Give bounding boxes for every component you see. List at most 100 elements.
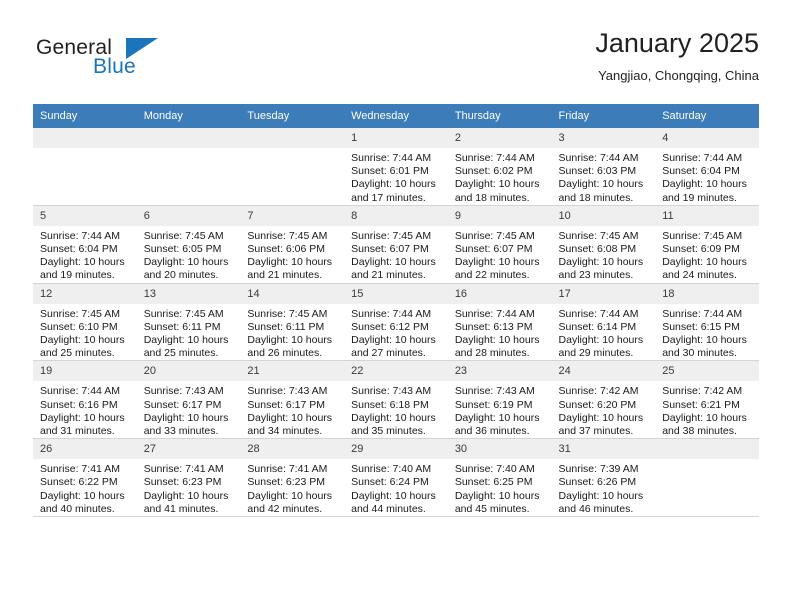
sunrise-text: Sunrise: 7:39 AM xyxy=(558,463,639,476)
calendar-day-cell[interactable]: 7 Sunrise: 7:45 AM Sunset: 6:06 PM Daylight… xyxy=(240,205,345,284)
calendar-day-cell[interactable]: 8 Sunrise: 7:45 AM Sunset: 6:07 PM Daylight… xyxy=(344,205,448,284)
sunset-text: Sunset: 6:22 PM xyxy=(40,476,118,489)
day-details: Sunrise: 7:44 AM Sunset: 6:02 PM Daylight:… xyxy=(448,148,552,205)
day-number: 8 xyxy=(344,205,448,226)
sunrise-text: Sunrise: 7:40 AM xyxy=(454,463,535,476)
day-details: Sunrise: 7:44 AM Sunset: 6:13 PM Daylight:… xyxy=(448,304,552,361)
weekday-header-sunday: Sunday xyxy=(33,104,137,128)
day-details: Sunrise: 7:45 AM Sunset: 6:05 PM Daylight:… xyxy=(137,226,241,283)
daylight-text: Daylight: 10 hours and 40 minutes. xyxy=(40,489,125,515)
day-details: Sunrise: 7:40 AM Sunset: 6:25 PM Daylight:… xyxy=(448,459,552,516)
calendar-day-cell[interactable]: 9 Sunrise: 7:45 AM Sunset: 6:07 PM Daylight… xyxy=(447,205,552,284)
sunset-text: Sunset: 6:15 PM xyxy=(662,320,740,333)
sunset-text: Sunset: 6:11 PM xyxy=(247,320,325,333)
calendar-day-cell[interactable]: 4 Sunrise: 7:44 AM Sunset: 6:04 PM Daylight… xyxy=(655,128,759,206)
daylight-text: Daylight: 10 hours and 19 minutes. xyxy=(662,178,747,204)
day-number: 1 xyxy=(344,128,448,148)
calendar-day-cell[interactable]: 17 Sunrise: 7:44 AM Sunset: 6:14 PM Dayligh… xyxy=(551,283,656,362)
sunset-text: Sunset: 6:23 PM xyxy=(247,476,326,489)
sunrise-text: Sunrise: 7:44 AM xyxy=(351,307,432,320)
day-cell-inner: 25 Sunrise: 7:42 AM Sunset: 6:21 PM Dayligh… xyxy=(655,361,759,438)
day-cell-inner xyxy=(136,128,241,205)
calendar-day-cell[interactable]: 31 Sunrise: 7:39 AM Sunset: 6:26 PM Dayligh… xyxy=(551,438,656,518)
day-cell-inner: 5 Sunrise: 7:44 AM Sunset: 6:04 PM Daylight… xyxy=(33,205,137,283)
day-cell-inner: 16 Sunrise: 7:44 AM Sunset: 6:13 PM Dayligh… xyxy=(447,283,552,361)
day-number: 11 xyxy=(655,205,759,226)
sunrise-text: Sunrise: 7:44 AM xyxy=(454,152,535,164)
daylight-text: Daylight: 10 hours and 21 minutes. xyxy=(351,256,436,282)
sunrise-text: Sunrise: 7:41 AM xyxy=(247,463,328,476)
weekday-header-saturday: Saturday xyxy=(655,104,759,128)
day-cell-inner: 18 Sunrise: 7:44 AM Sunset: 6:15 PM Dayligh… xyxy=(655,283,759,361)
sunset-text: Sunset: 6:17 PM xyxy=(247,398,326,411)
calendar-day-cell[interactable]: 24 Sunrise: 7:42 AM Sunset: 6:20 PM Dayligh… xyxy=(551,360,656,440)
daylight-text: Daylight: 10 hours and 25 minutes. xyxy=(143,334,229,360)
calendar-day-cell[interactable]: 25 Sunrise: 7:42 AM Sunset: 6:21 PM Dayligh… xyxy=(655,360,759,440)
calendar-day-cell[interactable]: 16 Sunrise: 7:44 AM Sunset: 6:13 PM Dayligh… xyxy=(447,283,552,362)
day-cell-inner: 24 Sunrise: 7:42 AM Sunset: 6:20 PM Dayligh… xyxy=(551,361,656,438)
day-number: 27 xyxy=(136,439,241,460)
calendar-day-cell[interactable]: 3 Sunrise: 7:44 AM Sunset: 6:03 PM Daylight… xyxy=(551,128,656,206)
calendar-day-cell[interactable]: 1 Sunrise: 7:44 AM Sunset: 6:01 PM Daylight… xyxy=(344,128,448,206)
sunrise-text: Sunrise: 7:43 AM xyxy=(143,385,224,398)
day-cell-inner: 28 Sunrise: 7:41 AM Sunset: 6:23 PM Dayligh… xyxy=(240,439,345,516)
daylight-text: Daylight: 10 hours and 20 minutes. xyxy=(143,256,229,282)
daylight-text: Daylight: 10 hours and 26 minutes. xyxy=(247,334,333,360)
day-cell-inner: 11 Sunrise: 7:45 AM Sunset: 6:09 PM Dayligh… xyxy=(655,205,759,283)
day-number xyxy=(136,128,241,148)
day-number: 30 xyxy=(447,439,552,460)
calendar-week-row: 26 Sunrise: 7:41 AM Sunset: 6:22 PM Dayligh… xyxy=(33,438,759,518)
sunrise-text: Sunrise: 7:42 AM xyxy=(662,385,743,398)
daylight-text: Daylight: 10 hours and 34 minutes. xyxy=(247,411,333,438)
daylight-text: Daylight: 10 hours and 24 minutes. xyxy=(662,256,747,282)
sunrise-text: Sunrise: 7:44 AM xyxy=(40,229,120,242)
day-number: 21 xyxy=(240,361,345,382)
sunset-text: Sunset: 6:16 PM xyxy=(40,398,118,411)
calendar-day-cell[interactable]: 19 Sunrise: 7:44 AM Sunset: 6:16 PM Dayligh… xyxy=(33,360,137,440)
day-number: 10 xyxy=(551,205,656,226)
day-number: 16 xyxy=(447,283,552,304)
calendar-day-cell[interactable]: 30 Sunrise: 7:40 AM Sunset: 6:25 PM Dayligh… xyxy=(447,438,552,518)
calendar-day-cell[interactable]: 26 Sunrise: 7:41 AM Sunset: 6:22 PM Dayligh… xyxy=(33,438,137,518)
calendar-day-cell[interactable]: 27 Sunrise: 7:41 AM Sunset: 6:23 PM Dayligh… xyxy=(136,438,241,518)
day-details: Sunrise: 7:40 AM Sunset: 6:24 PM Daylight:… xyxy=(344,459,448,516)
calendar-day-cell[interactable]: 15 Sunrise: 7:44 AM Sunset: 6:12 PM Dayligh… xyxy=(344,283,448,362)
calendar-day-cell[interactable]: 22 Sunrise: 7:43 AM Sunset: 6:18 PM Dayligh… xyxy=(344,360,448,440)
day-details: Sunrise: 7:43 AM Sunset: 6:19 PM Daylight:… xyxy=(448,381,552,438)
calendar-day-cell[interactable]: 18 Sunrise: 7:44 AM Sunset: 6:15 PM Dayligh… xyxy=(655,283,759,362)
day-number: 31 xyxy=(551,439,656,460)
day-details: Sunrise: 7:43 AM Sunset: 6:17 PM Daylight:… xyxy=(137,381,241,438)
calendar-day-cell[interactable]: 20 Sunrise: 7:43 AM Sunset: 6:17 PM Dayligh… xyxy=(136,360,241,440)
calendar-day-cell[interactable]: 11 Sunrise: 7:45 AM Sunset: 6:09 PM Dayligh… xyxy=(655,205,759,284)
day-cell-inner: 14 Sunrise: 7:45 AM Sunset: 6:11 PM Dayligh… xyxy=(240,283,345,361)
calendar-day-cell[interactable]: 21 Sunrise: 7:43 AM Sunset: 6:17 PM Dayligh… xyxy=(240,360,345,440)
calendar-day-cell[interactable]: 13 Sunrise: 7:45 AM Sunset: 6:11 PM Dayligh… xyxy=(136,283,241,362)
brand-logo[interactable]: General Blue xyxy=(33,26,253,86)
daylight-text: Daylight: 10 hours and 41 minutes. xyxy=(143,489,229,515)
day-cell-inner: 4 Sunrise: 7:44 AM Sunset: 6:04 PM Daylight… xyxy=(655,128,759,205)
sunset-text: Sunset: 6:12 PM xyxy=(351,320,429,333)
calendar-day-cell[interactable]: 28 Sunrise: 7:41 AM Sunset: 6:23 PM Dayligh… xyxy=(240,438,345,518)
sunrise-text: Sunrise: 7:44 AM xyxy=(558,152,639,164)
day-cell-inner: 15 Sunrise: 7:44 AM Sunset: 6:12 PM Dayligh… xyxy=(344,283,448,361)
day-details: Sunrise: 7:44 AM Sunset: 6:04 PM Daylight:… xyxy=(33,226,137,283)
daylight-text: Daylight: 10 hours and 29 minutes. xyxy=(558,334,644,360)
calendar-day-cell-empty xyxy=(136,128,241,206)
calendar-day-cell[interactable]: 29 Sunrise: 7:40 AM Sunset: 6:24 PM Dayligh… xyxy=(344,438,448,518)
calendar-day-cell[interactable]: 6 Sunrise: 7:45 AM Sunset: 6:05 PM Daylight… xyxy=(136,205,241,284)
calendar-day-cell[interactable]: 23 Sunrise: 7:43 AM Sunset: 6:19 PM Dayligh… xyxy=(447,360,552,440)
calendar-day-cell[interactable]: 2 Sunrise: 7:44 AM Sunset: 6:02 PM Daylight… xyxy=(447,128,552,206)
sunset-text: Sunset: 6:07 PM xyxy=(351,243,429,256)
calendar-day-cell[interactable]: 5 Sunrise: 7:44 AM Sunset: 6:04 PM Daylight… xyxy=(33,205,137,284)
calendar-day-cell[interactable]: 14 Sunrise: 7:45 AM Sunset: 6:11 PM Dayligh… xyxy=(240,283,345,362)
sunset-text: Sunset: 6:06 PM xyxy=(247,243,326,256)
title-block: January 2025 Yangjiao, Chongqing, China xyxy=(595,26,759,85)
sunrise-text: Sunrise: 7:42 AM xyxy=(558,385,639,398)
day-number: 2 xyxy=(447,128,552,148)
calendar-grid: Sunday Monday Tuesday Wednesday Thursday Frid… xyxy=(33,104,759,518)
day-cell-inner xyxy=(33,128,137,205)
day-details: Sunrise: 7:45 AM Sunset: 6:09 PM Daylight:… xyxy=(655,226,759,283)
sunset-text: Sunset: 6:02 PM xyxy=(454,165,533,178)
calendar-day-cell[interactable]: 10 Sunrise: 7:45 AM Sunset: 6:08 PM Dayligh… xyxy=(551,205,656,284)
calendar-day-cell[interactable]: 12 Sunrise: 7:45 AM Sunset: 6:10 PM Dayligh… xyxy=(33,283,137,362)
